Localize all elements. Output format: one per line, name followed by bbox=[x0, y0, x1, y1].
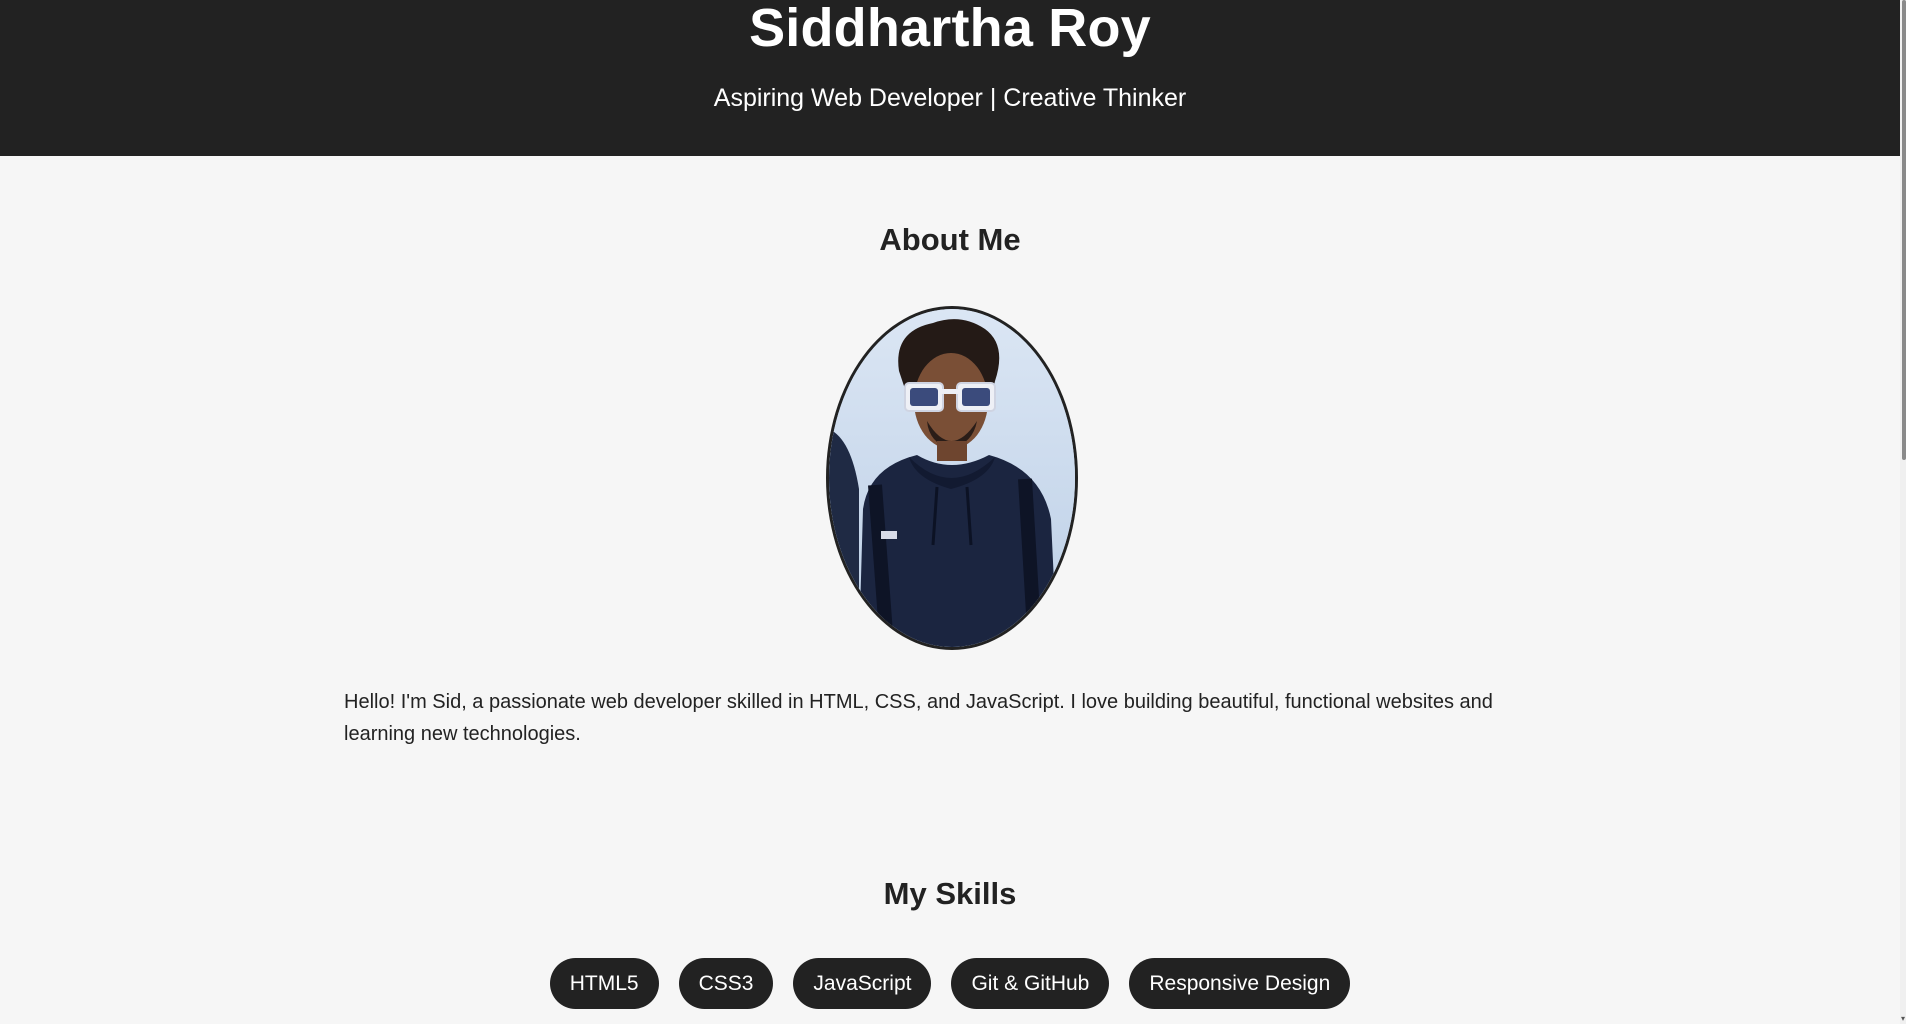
vertical-scrollbar[interactable]: ▾ bbox=[1900, 0, 1906, 1024]
skill-pill: Responsive Design bbox=[1129, 958, 1351, 1009]
skill-pill: CSS3 bbox=[678, 958, 774, 1009]
skill-pill: JavaScript bbox=[793, 958, 932, 1009]
skill-pill: HTML5 bbox=[549, 958, 659, 1009]
site-header: Siddhartha Roy Aspiring Web Developer | … bbox=[0, 0, 1900, 156]
skills-heading: My Skills bbox=[883, 876, 1017, 911]
scrollbar-thumb[interactable] bbox=[1902, 0, 1906, 460]
about-bio: Hello! I'm Sid, a passionate web develop… bbox=[344, 691, 1493, 745]
profile-photo bbox=[826, 306, 1078, 650]
skill-pill: Git & GitHub bbox=[951, 958, 1110, 1009]
about-heading: About Me bbox=[879, 222, 1021, 257]
portfolio-page: Siddhartha Roy Aspiring Web Developer | … bbox=[0, 0, 1900, 1024]
scroll-down-arrow-icon[interactable]: ▾ bbox=[1900, 1014, 1906, 1024]
skills-list: HTML5 CSS3 JavaScript Git & GitHub Responsiv… bbox=[0, 958, 1900, 1009]
site-title: Siddhartha Roy bbox=[749, 0, 1151, 58]
site-tagline: Aspiring Web Developer | Creative Thinke… bbox=[713, 84, 1187, 112]
profile-photo-illustration bbox=[829, 309, 1075, 647]
